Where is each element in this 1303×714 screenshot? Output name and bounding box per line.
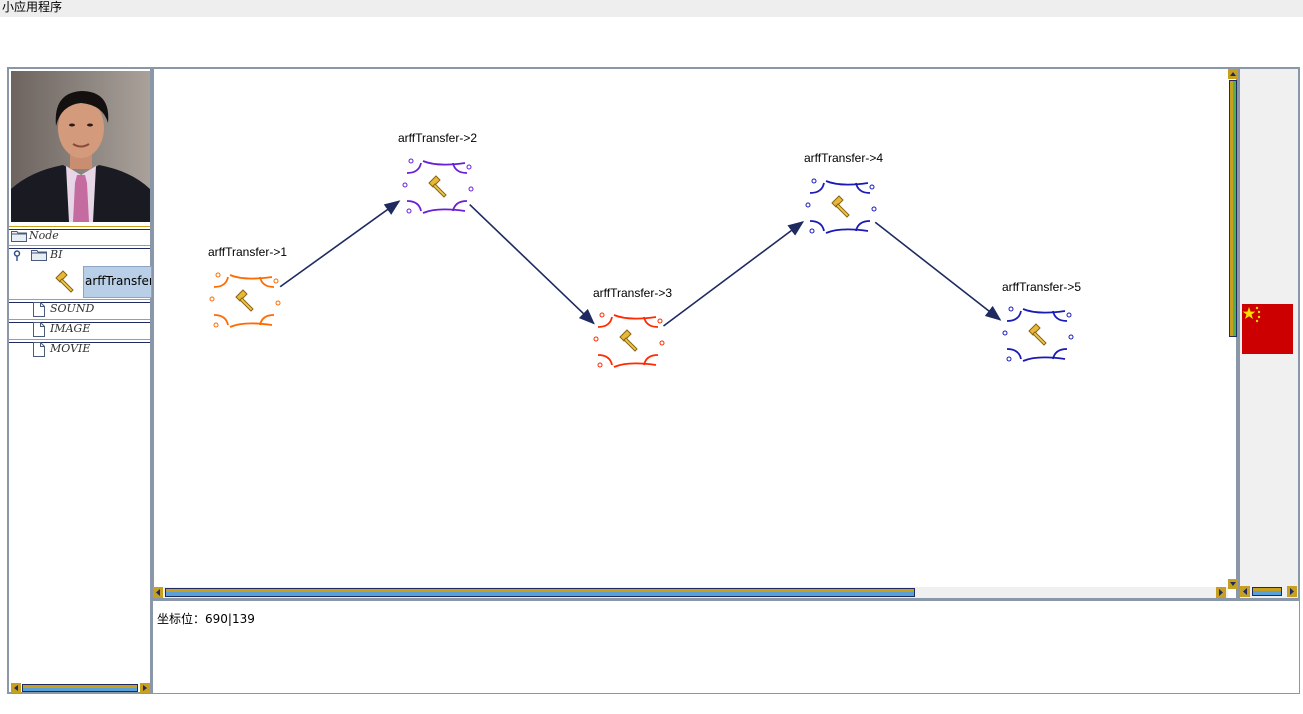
tree-item-label: SOUND [50,302,95,315]
window-title-bar: 小应用程序 [0,0,1303,17]
right-panel-scrollbar[interactable] [1240,586,1298,597]
hammer-icon [428,175,447,198]
status-panel: 坐标位：690|139 [152,600,1300,694]
folder-icon [11,231,27,242]
workflow-edge-arrow [469,203,595,325]
workflow-edge-arrow [874,221,1002,321]
left-sidebar: Node BI arffTransfer SOUND IMAGE MOVIE [7,67,152,694]
workflow-node-label: arffTransfer->1 [208,245,288,259]
hammer-icon [831,195,850,218]
hammer-icon [235,289,254,312]
workflow-edge-arrow [279,200,401,288]
sidebar-horizontal-scrollbar[interactable] [11,682,150,693]
tree-item-label: MOVIE [50,342,91,355]
tree-item-label: Node [29,229,59,242]
expand-handle-icon[interactable] [12,250,22,262]
china-flag-icon [1242,304,1293,354]
tree-item-bi[interactable]: BI [9,245,150,264]
window-title: 小应用程序 [2,0,63,14]
hammer-icon [1028,323,1047,346]
tree-item-label: BI [50,248,63,261]
tree-item-node[interactable]: Node [9,226,150,245]
tree-item-label: IMAGE [50,322,91,335]
workflow-node[interactable] [593,312,665,368]
hammer-icon [619,329,638,352]
workflow-node[interactable] [402,158,474,214]
tree-item-movie[interactable]: MOVIE [9,339,150,358]
workflow-node-label: arffTransfer->2 [398,131,478,145]
tree-item-sound[interactable]: SOUND [9,299,150,318]
document-icon [33,342,45,357]
workflow-node[interactable] [209,272,281,328]
canvas-vertical-scrollbar[interactable] [1228,69,1238,589]
document-icon [33,322,45,337]
user-photo [11,71,150,222]
tree-item-label: arffTransfer [83,266,152,298]
tree-item-arfftransfer[interactable]: arffTransfer [9,265,152,298]
workflow-node-label: arffTransfer->3 [593,286,673,300]
coordinates-readout: 坐标位：690|139 [157,612,255,626]
document-icon [33,302,45,317]
hammer-icon [55,270,74,293]
workflow-canvas[interactable]: arffTransfer->1 arffTransfer->2 arffTransf… [152,67,1238,600]
tree-item-image[interactable]: IMAGE [9,319,150,338]
workflow-node-label: arffTransfer->5 [1002,280,1082,294]
canvas-horizontal-scrollbar[interactable] [153,587,1228,598]
workflow-node[interactable] [1002,306,1074,362]
folder-icon [31,250,47,261]
workflow-node[interactable] [805,178,877,234]
workflow-edge-arrow [663,221,805,327]
workflow-node-label: arffTransfer->4 [804,151,884,165]
